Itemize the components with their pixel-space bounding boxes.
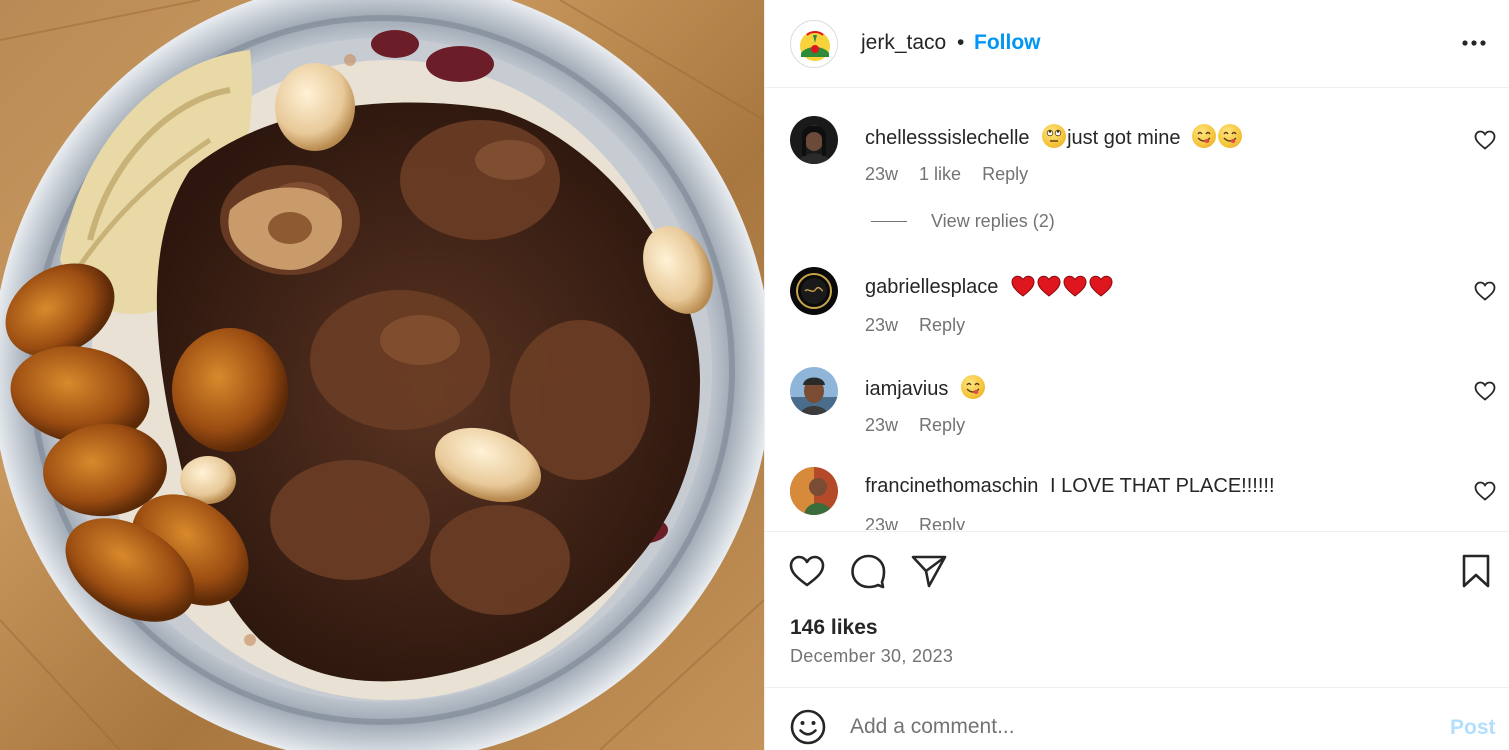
comment-text: francinethomaschin I LOVE THAT PLACE!!!!… xyxy=(865,475,1275,498)
post-date[interactable]: December 30, 2023 xyxy=(790,646,953,667)
post-comment-button[interactable]: Post xyxy=(1450,716,1496,740)
post-actions: 146 likes December 30, 2023 xyxy=(765,531,1509,686)
commenter-avatar[interactable] xyxy=(790,116,838,164)
account-avatar[interactable] xyxy=(790,20,838,68)
comment-age: 23w xyxy=(865,515,899,530)
comment-age: 23w xyxy=(865,164,899,184)
comments-list[interactable]: chellesssislechelle just got mine 23w 1 … xyxy=(765,89,1509,530)
comment-item: iamjavius 23w Reply xyxy=(765,367,1509,457)
comment-text: iamjavius xyxy=(865,375,986,401)
comment-username[interactable]: francinethomaschin xyxy=(865,475,1038,497)
reply-button[interactable]: Reply xyxy=(919,315,965,335)
comment-item: gabriellesplace 23w Reply xyxy=(765,267,1509,357)
comment-username[interactable]: gabriellesplace xyxy=(865,276,998,298)
view-replies-link[interactable]: View replies (2) xyxy=(931,211,1055,232)
red-heart-icon xyxy=(1063,275,1087,297)
comment-item: francinethomaschin I LOVE THAT PLACE!!!!… xyxy=(765,467,1509,530)
food-illustration xyxy=(0,0,764,750)
comment-text: gabriellesplace xyxy=(865,275,1114,299)
comment-username[interactable]: iamjavius xyxy=(865,378,948,400)
save-bookmark-icon[interactable] xyxy=(1457,552,1495,590)
reply-button[interactable]: Reply xyxy=(919,515,965,530)
red-heart-icon xyxy=(1037,275,1061,297)
like-comment-heart-icon[interactable] xyxy=(1473,479,1497,503)
red-heart-icon xyxy=(1011,275,1035,297)
comment-bubble-icon[interactable] xyxy=(849,552,887,590)
more-options-icon[interactable] xyxy=(1459,28,1489,58)
share-paper-plane-icon[interactable] xyxy=(910,552,948,590)
post-header: jerk_taco • Follow xyxy=(765,0,1509,88)
comment-text: chellesssislechelle just got mine xyxy=(865,124,1243,150)
separator-dot: • xyxy=(957,31,965,54)
comment-age: 23w xyxy=(865,315,899,335)
likes-count[interactable]: 146 likes xyxy=(790,616,878,640)
view-replies-row[interactable]: View replies (2) xyxy=(871,211,1171,231)
replies-divider xyxy=(871,221,907,222)
comment-item: chellesssislechelle just got mine 23w 1 … xyxy=(765,116,1509,206)
comment-likes[interactable]: 1 like xyxy=(919,164,961,184)
jerk-taco-logo xyxy=(792,22,837,67)
smiley-icon[interactable] xyxy=(789,708,827,746)
commenter-avatar[interactable] xyxy=(790,467,838,515)
post-photo[interactable] xyxy=(0,0,764,750)
account-username[interactable]: jerk_taco xyxy=(861,31,946,55)
face-with-rolling-eyes-icon xyxy=(1042,124,1067,148)
red-heart-icon xyxy=(1089,275,1113,297)
comment-meta: 23w 1 like Reply xyxy=(865,164,1044,185)
comment-age: 23w xyxy=(865,415,899,435)
follow-button[interactable]: Follow xyxy=(974,31,1041,55)
face-savoring-food-icon xyxy=(1192,124,1217,148)
like-comment-heart-icon[interactable] xyxy=(1473,279,1497,303)
face-savoring-food-icon xyxy=(1218,124,1243,148)
commenter-avatar[interactable] xyxy=(790,267,838,315)
reply-button[interactable]: Reply xyxy=(919,415,965,435)
face-savoring-food-icon xyxy=(960,375,985,399)
comment-meta: 23w Reply xyxy=(865,315,981,336)
comment-body: just got mine xyxy=(1067,127,1181,149)
like-comment-heart-icon[interactable] xyxy=(1473,128,1497,152)
like-heart-icon[interactable] xyxy=(788,552,826,590)
comment-username[interactable]: chellesssislechelle xyxy=(865,127,1030,149)
post-details-panel: jerk_taco • Follow chellesssislechelle j… xyxy=(764,0,1509,750)
commenter-avatar[interactable] xyxy=(790,367,838,415)
comment-meta: 23w Reply xyxy=(865,515,981,530)
add-comment-bar: Post xyxy=(765,687,1509,750)
comment-body: I LOVE THAT PLACE!!!!!! xyxy=(1050,475,1275,497)
comment-meta: 23w Reply xyxy=(865,415,981,436)
reply-button[interactable]: Reply xyxy=(982,164,1028,184)
like-comment-heart-icon[interactable] xyxy=(1473,379,1497,403)
add-comment-input[interactable] xyxy=(850,710,1410,744)
